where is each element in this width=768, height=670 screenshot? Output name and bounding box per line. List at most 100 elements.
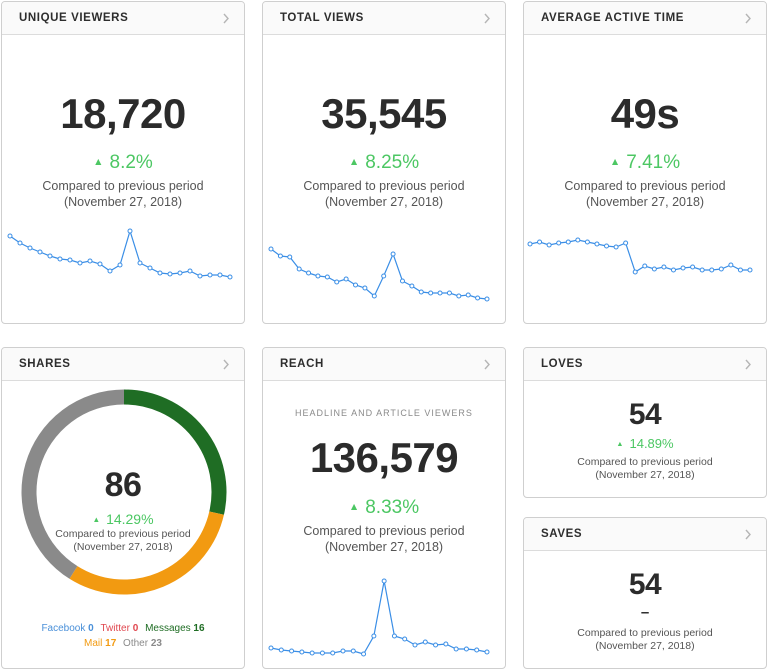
sparkline-point[interactable] (309, 650, 315, 656)
chevron-right-icon[interactable] (744, 359, 752, 370)
loves-header[interactable]: LOVES (524, 348, 766, 381)
sparkline-point[interactable] (227, 274, 233, 280)
sparkline-point[interactable] (556, 240, 562, 246)
sparkline-point[interactable] (613, 244, 619, 250)
sparkline-point[interactable] (319, 650, 325, 656)
sparkline-point[interactable] (575, 237, 581, 243)
sparkline-point[interactable] (680, 265, 686, 271)
sparkline-point[interactable] (306, 270, 312, 276)
sparkline-point[interactable] (117, 262, 123, 268)
sparkline-point[interactable] (412, 642, 418, 648)
sparkline-point[interactable] (428, 290, 434, 296)
sparkline-point[interactable] (537, 239, 543, 245)
sparkline-point[interactable] (197, 273, 203, 279)
sparkline-point[interactable] (268, 246, 274, 252)
sparkline-point[interactable] (157, 270, 163, 276)
sparkline-point[interactable] (278, 647, 284, 653)
sparkline-point[interactable] (296, 266, 302, 272)
sparkline-point[interactable] (690, 264, 696, 270)
sparkline-point[interactable] (437, 290, 443, 296)
sparkline-point[interactable] (371, 633, 377, 639)
sparkline-point[interactable] (446, 290, 452, 296)
sparkline-point[interactable] (217, 272, 223, 278)
sparkline-point[interactable] (17, 240, 23, 246)
sparkline-point[interactable] (709, 267, 715, 273)
chevron-right-icon[interactable] (744, 529, 752, 540)
sparkline-point[interactable] (604, 243, 610, 249)
legend-facebook[interactable]: Facebook 0 (41, 623, 93, 634)
sparkline-point[interactable] (27, 245, 33, 251)
sparkline-point[interactable] (433, 642, 439, 648)
sparkline-point[interactable] (474, 647, 480, 653)
sparkline-point[interactable] (289, 648, 295, 654)
legend-mail[interactable]: Mail 17 (84, 638, 116, 649)
sparkline-point[interactable] (287, 254, 293, 260)
sparkline-point[interactable] (361, 651, 367, 657)
sparkline-point[interactable] (391, 633, 397, 639)
sparkline-point[interactable] (484, 296, 490, 302)
sparkline-point[interactable] (362, 285, 368, 291)
legend-other[interactable]: Other 23 (123, 638, 162, 649)
sparkline-point[interactable] (127, 228, 133, 234)
sparkline-point[interactable] (107, 268, 113, 274)
sparkline-point[interactable] (718, 266, 724, 272)
sparkline-point[interactable] (584, 239, 590, 245)
sparkline-point[interactable] (456, 293, 462, 299)
sparkline-point[interactable] (299, 649, 305, 655)
sparkline-point[interactable] (381, 273, 387, 279)
sparkline-point[interactable] (737, 267, 743, 273)
sparkline-point[interactable] (177, 270, 183, 276)
sparkline-point[interactable] (465, 292, 471, 298)
sparkline-point[interactable] (334, 279, 340, 285)
sparkline-point[interactable] (381, 578, 387, 584)
sparkline-point[interactable] (77, 260, 83, 266)
sparkline-point[interactable] (661, 264, 667, 270)
sparkline-point[interactable] (594, 241, 600, 247)
sparkline-point[interactable] (137, 260, 143, 266)
sparkline-point[interactable] (371, 293, 377, 299)
sparkline-point[interactable] (399, 278, 405, 284)
sparkline-point[interactable] (207, 272, 213, 278)
sparkline-point[interactable] (7, 233, 13, 239)
sparkline-point[interactable] (728, 262, 734, 268)
sparkline-point[interactable] (187, 268, 193, 274)
sparkline-point[interactable] (340, 648, 346, 654)
sparkline-point[interactable] (167, 271, 173, 277)
saves-header[interactable]: SAVES (524, 518, 766, 551)
sparkline-point[interactable] (409, 283, 415, 289)
sparkline-point[interactable] (47, 253, 53, 259)
sparkline-point[interactable] (623, 240, 629, 246)
sparkline-point[interactable] (418, 289, 424, 295)
sparkline-point[interactable] (651, 266, 657, 272)
sparkline-point[interactable] (350, 648, 356, 654)
sparkline-point[interactable] (402, 636, 408, 642)
sparkline-point[interactable] (422, 639, 428, 645)
sparkline-point[interactable] (67, 257, 73, 263)
sparkline-point[interactable] (37, 249, 43, 255)
legend-messages[interactable]: Messages 16 (145, 623, 204, 634)
sparkline-point[interactable] (353, 282, 359, 288)
sparkline-point[interactable] (565, 239, 571, 245)
sparkline-point[interactable] (277, 253, 283, 259)
sparkline-point[interactable] (670, 267, 676, 273)
sparkline-point[interactable] (484, 649, 490, 655)
sparkline-point[interactable] (443, 641, 449, 647)
sparkline-point[interactable] (699, 267, 705, 273)
sparkline-point[interactable] (475, 295, 481, 301)
sparkline-point[interactable] (453, 646, 459, 652)
sparkline-point[interactable] (315, 273, 321, 279)
sparkline-point[interactable] (330, 650, 336, 656)
sparkline-point[interactable] (747, 267, 753, 273)
sparkline-point[interactable] (147, 265, 153, 271)
legend-twitter[interactable]: Twitter 0 (100, 623, 138, 634)
sparkline-point[interactable] (97, 261, 103, 267)
sparkline-point[interactable] (527, 241, 533, 247)
sparkline-point[interactable] (343, 276, 349, 282)
sparkline-point[interactable] (324, 274, 330, 280)
sparkline-point[interactable] (463, 646, 469, 652)
sparkline-point[interactable] (268, 645, 274, 651)
sparkline-point[interactable] (642, 263, 648, 269)
sparkline-point[interactable] (390, 251, 396, 257)
sparkline-point[interactable] (87, 258, 93, 264)
sparkline-point[interactable] (632, 269, 638, 275)
